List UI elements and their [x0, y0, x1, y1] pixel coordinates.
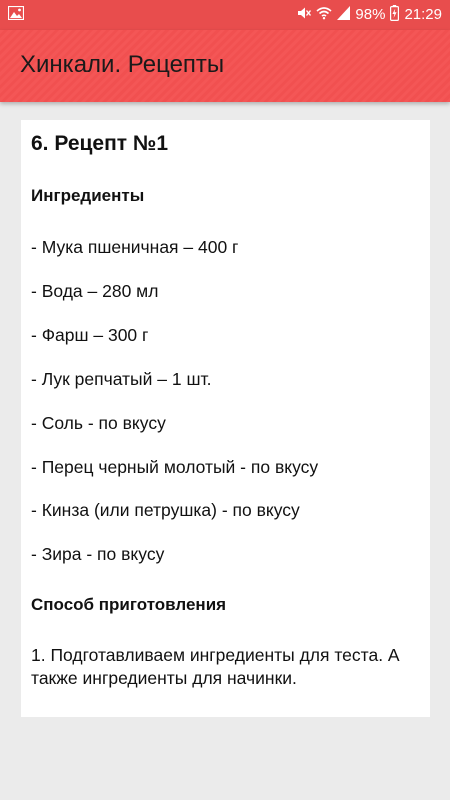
step-text: 1. Подготавливаем ингредиенты для теста.… — [31, 645, 400, 688]
ingredient-item: - Соль - по вкусу — [31, 413, 166, 433]
ingredient-item: - Зира - по вкусу — [31, 544, 165, 564]
ingredient-item: - Фарш – 300 г — [31, 325, 149, 345]
image-icon — [7, 5, 25, 21]
wifi-icon — [316, 6, 332, 24]
ingredient-item: - Мука пшеничная – 400 г — [31, 237, 239, 257]
clock: 21:29 — [404, 6, 442, 23]
recipe-title: 6. Рецепт №1 — [31, 132, 168, 155]
mute-icon — [297, 6, 312, 24]
signal-icon — [337, 6, 351, 24]
recipe-card: 6. Рецепт №1 Ингредиенты - Мука пшенична… — [21, 120, 430, 717]
status-bar: 98% 21:29 — [0, 0, 450, 30]
battery-percent: 98% — [355, 6, 386, 23]
ingredient-item: - Лук репчатый – 1 шт. — [31, 369, 212, 389]
ingredient-item: - Вода – 280 мл — [31, 281, 159, 301]
ingredient-item: - Перец черный молотый - по вкусу — [31, 457, 319, 477]
page-title: Хинкали. Рецепты — [20, 51, 225, 78]
method-heading: Способ приготовления — [31, 595, 227, 614]
status-icons: 98% 21:29 — [297, 4, 442, 26]
ingredient-item: - Кинза (или петрушка) - по вкусу — [31, 500, 300, 520]
app-bar: Хинкали. Рецепты — [0, 30, 450, 102]
ingredients-heading: Ингредиенты — [31, 186, 145, 205]
battery-charging-icon — [390, 5, 400, 25]
